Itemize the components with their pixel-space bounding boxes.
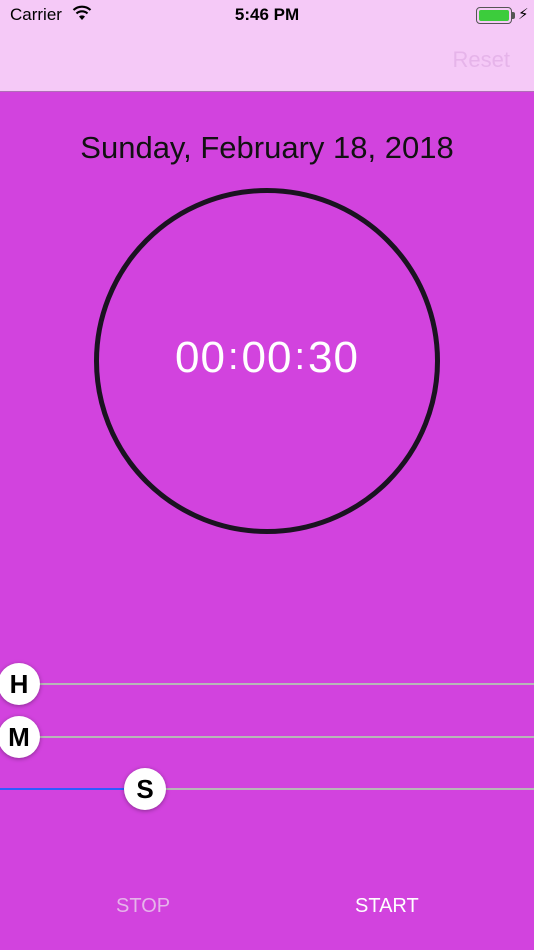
minutes-slider-track — [0, 736, 534, 738]
timer-seconds: 30 — [308, 333, 359, 382]
hours-slider[interactable]: H — [0, 662, 534, 706]
navigation-bar: Carrier 5:46 PM ⚡︎ Reset — [0, 0, 534, 92]
hours-slider-thumb[interactable]: H — [0, 663, 40, 705]
battery-level — [479, 10, 509, 21]
timer-separator: : — [227, 336, 240, 378]
date-label: Sunday, February 18, 2018 — [80, 130, 454, 165]
start-button[interactable]: START — [355, 895, 419, 918]
timer-separator: : — [294, 336, 307, 378]
timer-display: 00:00:30 — [94, 333, 440, 383]
charging-bolt-icon: ⚡︎ — [518, 6, 529, 23]
timer-minutes: 00 — [241, 333, 293, 382]
seconds-slider[interactable]: S — [0, 767, 534, 811]
clock-time: 5:46 PM — [234, 5, 300, 24]
minutes-slider-thumb[interactable]: M — [0, 716, 40, 758]
hours-slider-track — [0, 683, 534, 685]
timer-hours: 00 — [175, 333, 226, 382]
status-bar: Carrier 5:46 PM ⚡︎ — [0, 0, 534, 30]
minutes-slider[interactable]: M — [0, 715, 534, 759]
battery-tip — [512, 12, 515, 19]
stop-button[interactable]: STOP — [116, 895, 170, 918]
seconds-slider-thumb[interactable]: S — [124, 768, 167, 810]
battery-icon — [476, 7, 512, 24]
reset-button[interactable]: Reset — [453, 47, 510, 73]
